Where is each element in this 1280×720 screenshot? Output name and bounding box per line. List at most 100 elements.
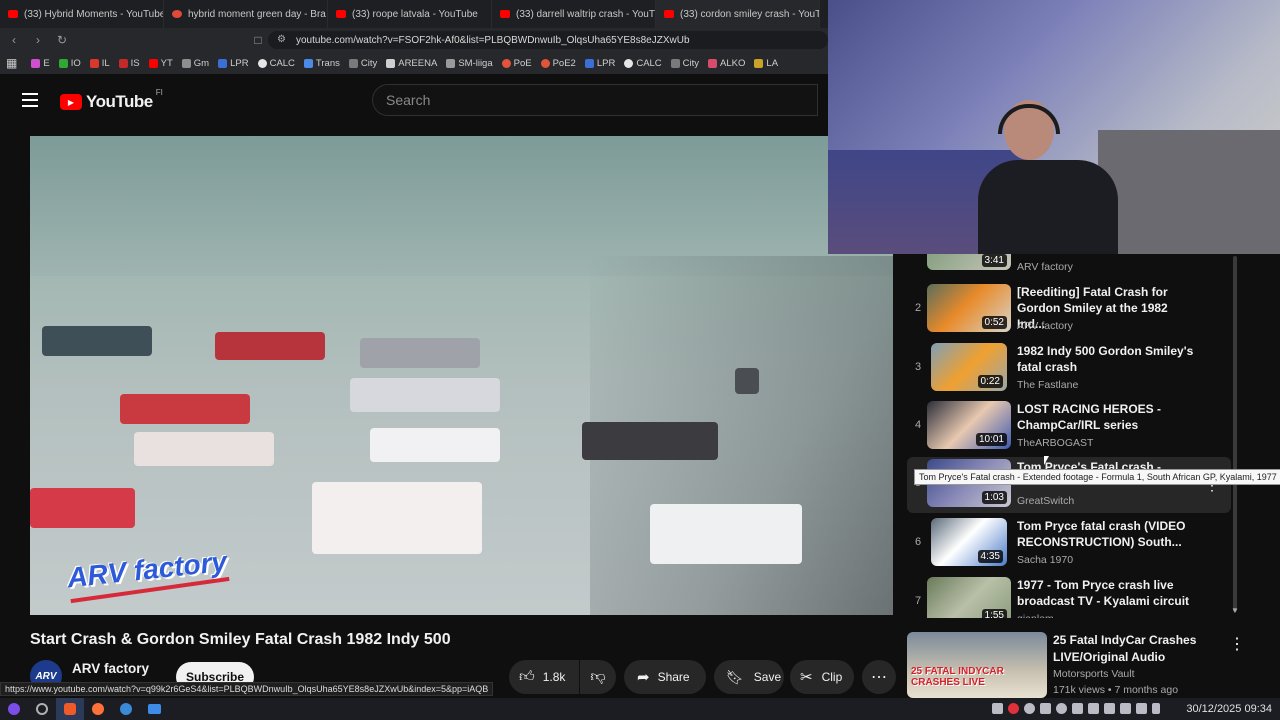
url-text: youtube.com/watch?v=FSOF2hk-Af0&list=PLB… (296, 34, 690, 46)
bookmark-item[interactable]: CALC (257, 58, 295, 69)
hamburger-menu-icon[interactable] (22, 93, 38, 107)
scroll-down-arrow-icon[interactable]: ▼ (1231, 606, 1239, 615)
playlist-item[interactable]: 4 10:01 LOST RACING HEROES - ChampCar/IR… (907, 399, 1231, 455)
clipboard-icon[interactable] (1088, 703, 1099, 714)
youtube-logo[interactable]: ▶ YouTube FI (60, 88, 163, 112)
bookmark-favicon-icon (303, 58, 313, 68)
channel-name: Motorsports Vault (1053, 668, 1135, 680)
bookmark-favicon-icon (584, 58, 594, 68)
playlist-scrollbar[interactable] (1233, 256, 1237, 612)
playlist-item[interactable]: 2 0:52 [Reediting] Fatal Crash for Gordo… (907, 282, 1231, 338)
race-car (582, 422, 718, 460)
bookmark-item[interactable]: City (348, 58, 377, 69)
bookmark-item[interactable]: LA (754, 58, 778, 69)
mouse-cursor-icon (1044, 456, 1049, 465)
thumbs-down-icon: 👎︎ (590, 668, 606, 685)
bookmark-item[interactable]: IL (89, 58, 110, 69)
playlist-index: 4 (914, 419, 922, 431)
playlist-item[interactable]: 7 1:55 1977 - Tom Pryce crash live broad… (907, 575, 1231, 618)
browser-tab[interactable]: (33) darrell waltrip crash - YouTu (492, 0, 656, 28)
bookmark-item[interactable]: PoE (501, 58, 532, 69)
share-button[interactable]: ➦ Share (624, 660, 706, 694)
playlist-index: 3 (914, 361, 922, 373)
playlist-panel: 3:41 ARV factory 2 0:52 [Reediting] Fata… (907, 254, 1241, 618)
tray-app-icon[interactable] (1040, 703, 1051, 714)
browser-tab[interactable]: hybrid moment green day - Bra (164, 0, 328, 28)
tab-label: (33) cordon smiley crash - YouTu (680, 8, 820, 20)
steam-icon[interactable] (112, 698, 140, 720)
bookmark-icon[interactable]: □ (248, 30, 268, 50)
video-thumbnail: 0:52 (927, 284, 1011, 332)
forward-arrow-icon[interactable]: › (28, 30, 48, 50)
tray-expand-icon[interactable] (1152, 703, 1160, 714)
webcam-overlay (828, 0, 1280, 254)
bookmark-item[interactable]: PoE2 (540, 58, 576, 69)
volume-icon[interactable] (1104, 703, 1115, 714)
bookmark-item[interactable]: Trans (303, 58, 340, 69)
site-settings-icon[interactable]: ⚙ (277, 34, 286, 45)
bookmark-favicon-icon (446, 58, 456, 68)
search-input[interactable]: Search (372, 84, 818, 116)
channel-name[interactable]: ARV factory (72, 661, 149, 676)
save-button[interactable]: 🔖︎ Save (714, 660, 784, 694)
video-player[interactable]: ARV factory (30, 136, 893, 615)
address-bar[interactable]: ⚙ youtube.com/watch?v=FSOF2hk-Af0&list=P… (268, 31, 828, 49)
settings-app-icon[interactable] (28, 698, 56, 720)
recommended-video[interactable]: 25 FATAL INDYCAR CRASHES LIVE 25 Fatal I… (907, 632, 1247, 698)
bookmark-item[interactable]: LPR (218, 58, 249, 69)
like-button[interactable]: 👍︎ 1.8k (509, 660, 579, 694)
playlist-item-hovered[interactable]: 5 1:03 Tom Pryce's Fatal crash - GreatSw… (907, 457, 1231, 513)
more-options-icon[interactable]: ⋮ (1229, 634, 1245, 654)
browser-tab[interactable]: (33) roope latvala - YouTube (328, 0, 492, 28)
bookmark-item[interactable]: IS (118, 58, 140, 69)
firefox-icon[interactable] (84, 698, 112, 720)
bookmark-favicon-icon (31, 58, 41, 68)
more-actions-icon[interactable]: ⋯ (862, 660, 896, 694)
video-title: LOST RACING HEROES - ChampCar/IRL series (1017, 402, 1162, 432)
playlist-item[interactable]: 3 0:22 1982 Indy 500 Gordon Smiley's fat… (907, 341, 1231, 397)
reload-icon[interactable]: ↻ (52, 30, 72, 50)
tab-label: (33) darrell waltrip crash - YouTu (516, 8, 656, 20)
network-icon[interactable] (1120, 703, 1131, 714)
race-car (312, 482, 482, 554)
channel-name: Sacha 1970 (1017, 554, 1074, 566)
bookmark-item[interactable]: ALKO (708, 58, 745, 69)
tray-app-icon[interactable] (1024, 703, 1035, 714)
back-arrow-icon[interactable]: ‹ (4, 30, 24, 50)
duration-badge: 1:55 (981, 609, 1007, 618)
record-indicator-icon[interactable] (1008, 703, 1019, 714)
bookmark-item[interactable]: IO (58, 58, 81, 69)
clock[interactable]: 30/12/2025 09:34 (1186, 698, 1272, 720)
bookmark-item[interactable]: SM-liiga (446, 58, 493, 69)
brave-browser-icon[interactable] (56, 698, 84, 720)
bookmark-item[interactable]: City (670, 58, 699, 69)
bookmark-favicon-icon (540, 58, 550, 68)
youtube-favicon-icon (8, 10, 18, 18)
bookmark-item[interactable]: YT (148, 58, 173, 69)
playlist-item[interactable]: 6 4:35 Tom Pryce fatal crash (VIDEO RECO… (907, 516, 1231, 572)
tab-label: hybrid moment green day - Bra (188, 8, 326, 20)
browser-tab[interactable]: (33) Hybrid Moments - YouTube (0, 0, 164, 28)
bookmark-item[interactable]: AREENA (386, 58, 437, 69)
race-car (735, 368, 759, 394)
start-menu-icon[interactable] (0, 698, 28, 720)
bookmark-item[interactable]: LPR (584, 58, 615, 69)
logo-text: YouTube (86, 92, 153, 111)
bookmark-item[interactable]: E (31, 58, 50, 69)
bookmark-item[interactable]: Gm (181, 58, 209, 69)
clip-button[interactable]: ✂ Clip (790, 660, 854, 694)
notification-bell-icon[interactable] (992, 703, 1003, 714)
tray-app-icon[interactable] (1072, 703, 1083, 714)
bookmark-item[interactable]: CALC (624, 58, 662, 69)
apps-grid-icon[interactable]: ▦ (6, 56, 17, 70)
playlist-index: 6 (914, 536, 922, 548)
person-body (978, 160, 1118, 254)
display-icon[interactable] (1136, 703, 1147, 714)
file-manager-icon[interactable] (140, 698, 168, 720)
dislike-button[interactable]: 👎︎ (580, 660, 616, 694)
media-play-icon[interactable] (1056, 703, 1067, 714)
duration-badge: 0:22 (977, 375, 1003, 388)
race-car (120, 394, 250, 424)
channel-name: The Fastlane (1017, 379, 1079, 391)
browser-tab-active[interactable]: (33) cordon smiley crash - YouTu (656, 0, 820, 28)
